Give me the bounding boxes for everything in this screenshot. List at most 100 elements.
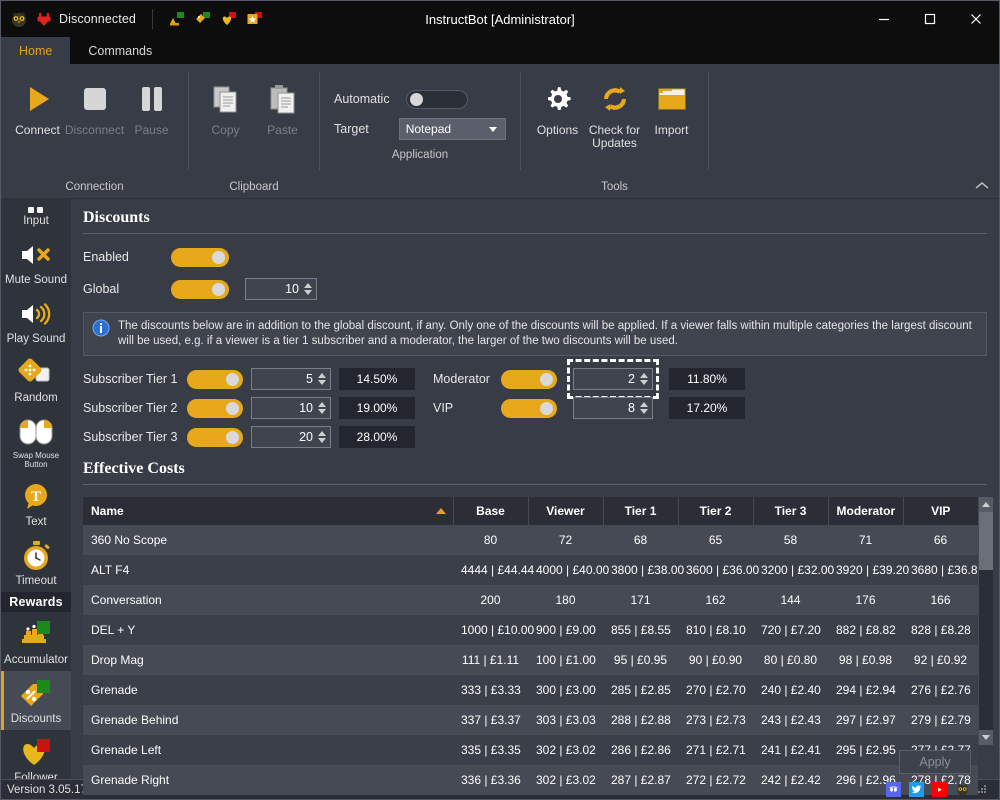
check-for-updates-button[interactable]: Check for Updates — [586, 70, 643, 150]
sidebar-item-discounts[interactable]: Discounts — [1, 671, 71, 730]
tier2-label: Subscriber Tier 2 — [83, 401, 179, 415]
sidebar-item-text[interactable]: T Text — [1, 474, 71, 533]
disconnect-button[interactable]: Disconnect — [66, 70, 123, 137]
column-header-vip[interactable]: VIP — [903, 497, 978, 525]
tab-commands[interactable]: Commands — [70, 37, 170, 64]
ribbon: Connect Disconnect Pause Connection — [1, 64, 999, 199]
tier2-stepper-arrows[interactable] — [317, 402, 330, 414]
column-header-viewer[interactable]: Viewer — [528, 497, 603, 525]
table-row[interactable]: 360 No Scope80726865587166 — [83, 525, 978, 555]
table-cell-value: 855 | £8.55 — [603, 615, 678, 645]
minimize-button[interactable] — [861, 1, 907, 37]
scroll-up-button[interactable] — [979, 497, 993, 512]
copy-button[interactable]: Copy — [197, 70, 254, 137]
info-text: The discounts below are in addition to t… — [118, 319, 978, 349]
column-header-moderator[interactable]: Moderator — [828, 497, 903, 525]
info-banner: The discounts below are in addition to t… — [83, 312, 987, 356]
tier1-toggle[interactable] — [187, 370, 243, 389]
instructbot-window: Disconnected — [0, 0, 1000, 800]
apply-button[interactable]: Apply — [899, 750, 971, 774]
table-row[interactable]: Drop Mag111 | £1.11100 | £1.0095 | £0.95… — [83, 645, 978, 675]
sidebar-item-play-sound[interactable]: Play Sound — [1, 291, 71, 350]
sidebar-item-random[interactable]: Random — [1, 350, 71, 409]
tier1-stepper-arrows[interactable] — [317, 373, 330, 385]
column-header-tier2[interactable]: Tier 2 — [678, 497, 753, 525]
target-dropdown[interactable]: Notepad — [399, 118, 506, 140]
table-row[interactable]: DEL + Y1000 | £10.00900 | £9.00855 | £8.… — [83, 615, 978, 645]
titlebar-mini-icons — [169, 12, 263, 26]
table-cell-value: 720 | £7.20 — [753, 615, 828, 645]
column-header-tier3[interactable]: Tier 3 — [753, 497, 828, 525]
column-header-tier1[interactable]: Tier 1 — [603, 497, 678, 525]
subscriber-mini-icon[interactable] — [247, 12, 263, 26]
maximize-button[interactable] — [907, 1, 953, 37]
tier3-toggle[interactable] — [187, 428, 243, 447]
global-toggle-knob — [212, 283, 225, 296]
info-icon — [92, 319, 110, 342]
vip-stepper-arrows[interactable] — [639, 402, 652, 414]
options-button[interactable]: Options — [529, 70, 586, 137]
tier3-stepper-arrows[interactable] — [317, 431, 330, 443]
global-value-stepper[interactable]: 10 — [245, 278, 317, 300]
table-row[interactable]: ALT F44444 | £44.444000 | £40.003800 | £… — [83, 555, 978, 585]
sidebar: Input Mute Sound — [1, 199, 71, 779]
table-cell-value: 279 | £2.79 — [903, 705, 978, 735]
play-sound-icon — [16, 297, 56, 331]
twitter-icon[interactable] — [909, 782, 924, 797]
pause-button[interactable]: Pause — [123, 70, 180, 137]
tier1-value: 5 — [252, 372, 317, 386]
column-header-name[interactable]: Name — [83, 497, 453, 525]
moderator-stepper-arrows[interactable] — [639, 373, 652, 385]
chevron-up-icon[interactable] — [975, 179, 989, 193]
chevron-down-icon — [489, 127, 497, 132]
column-header-base[interactable]: Base — [453, 497, 528, 525]
resize-grip[interactable] — [978, 785, 987, 794]
column-header-name-label: Name — [91, 504, 124, 518]
table-cell-value: 90 | £0.90 — [678, 645, 753, 675]
global-stepper-arrows[interactable] — [303, 283, 316, 295]
sidebar-item-accumulator[interactable]: Accumulator — [1, 612, 71, 671]
table-vertical-scrollbar[interactable] — [978, 497, 993, 745]
table-row[interactable]: Conversation200180171162144176166 — [83, 585, 978, 615]
close-button[interactable] — [953, 1, 999, 37]
tier1-value-stepper[interactable]: 5 — [251, 368, 331, 390]
global-toggle[interactable] — [171, 280, 229, 299]
tab-home[interactable]: Home — [1, 37, 70, 64]
ribbon-group-connection: Connect Disconnect Pause Connection — [1, 64, 188, 198]
automatic-toggle[interactable] — [406, 90, 468, 109]
youtube-icon[interactable] — [932, 782, 947, 797]
discord-icon[interactable] — [886, 782, 901, 797]
discounts-mini-icon[interactable] — [195, 12, 211, 26]
owl-logo-icon[interactable] — [955, 782, 970, 797]
accumulator-icon — [16, 618, 56, 652]
tier2-toggle[interactable] — [187, 399, 243, 418]
tier1-percent: 14.50% — [339, 368, 415, 390]
moderator-toggle[interactable] — [501, 370, 557, 389]
connect-button[interactable]: Connect — [9, 70, 66, 137]
sidebar-item-swap-mouse-button[interactable]: Swap Mouse Button — [1, 409, 71, 474]
enabled-toggle[interactable] — [171, 248, 229, 267]
sidebar-item-mute-sound[interactable]: Mute Sound — [1, 232, 71, 291]
input-icon — [16, 199, 56, 213]
moderator-value-stepper[interactable]: 2 — [573, 368, 653, 390]
table-row[interactable]: Grenade Behind337 | £3.37303 | £3.03288 … — [83, 705, 978, 735]
sidebar-item-timeout[interactable]: Timeout — [1, 533, 71, 592]
scroll-down-button[interactable] — [979, 730, 993, 745]
sidebar-item-follower[interactable]: Follower — [1, 730, 71, 779]
accumulator-mini-icon[interactable] — [169, 12, 185, 26]
ribbon-group-tools: Options Check for Updates — [521, 64, 708, 198]
sidebar-item-input[interactable]: Input — [1, 199, 71, 232]
vip-toggle[interactable] — [501, 399, 557, 418]
follower-mini-icon[interactable] — [221, 12, 237, 26]
tier3-value-stepper[interactable]: 20 — [251, 426, 331, 448]
scrollbar-thumb[interactable] — [979, 512, 993, 570]
table-row[interactable]: Grenade333 | £3.33300 | £3.00285 | £2.85… — [83, 675, 978, 705]
vip-value-stepper[interactable]: 8 — [573, 397, 653, 419]
paste-button[interactable]: Paste — [254, 70, 311, 137]
table-header-row: Name Base Viewer Tier 1 Tier 2 Tier 3 Mo… — [83, 497, 978, 525]
tier2-value-stepper[interactable]: 10 — [251, 397, 331, 419]
connection-status-label: Disconnected — [59, 12, 136, 26]
import-button[interactable]: Import — [643, 70, 700, 137]
table-cell-value: 243 | £2.43 — [753, 705, 828, 735]
vip-percent: 17.20% — [669, 397, 745, 419]
